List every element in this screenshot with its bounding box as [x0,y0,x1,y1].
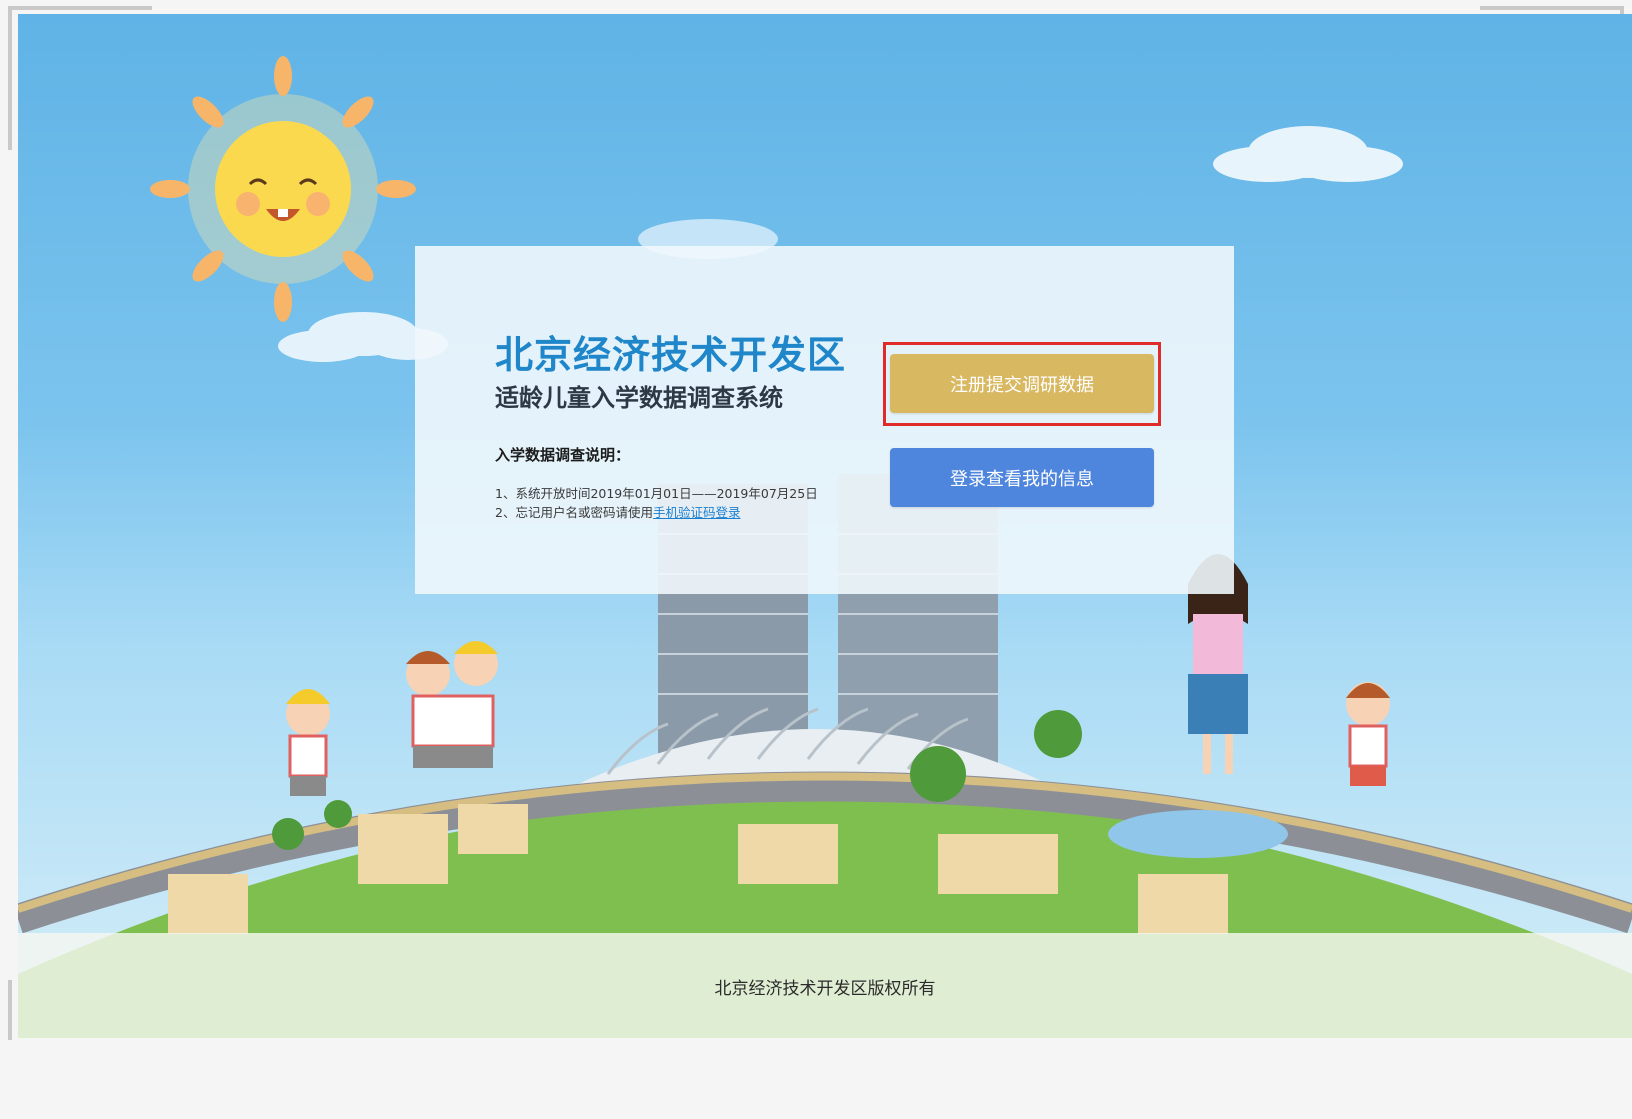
login-view-info-button[interactable]: 登录查看我的信息 [890,448,1154,507]
hero-background: 北京经济技术开发区 适龄儿童入学数据调查系统 入学数据调查说明： 1、系统开放时… [18,14,1632,1038]
sun-icon [150,56,416,322]
register-submit-button[interactable]: 注册提交调研数据 [890,354,1154,413]
page-frame: 北京经济技术开发区 适龄儿童入学数据调查系统 入学数据调查说明： 1、系统开放时… [0,0,1632,1119]
notes-list: 1、系统开放时间2019年01月01日——2019年07月25日 2、忘记用户名… [495,484,818,522]
cloud-icon [1213,126,1403,182]
child-left-icon [286,689,330,796]
child-right-icon [1346,682,1390,786]
frame-corner-bottom-left [8,980,18,1040]
footer: 北京经济技术开发区版权所有 [18,933,1632,1039]
children-pair-icon [406,641,498,768]
notes-heading: 入学数据调查说明： [495,446,631,464]
notes-line-open-time: 1、系统开放时间2019年01月01日——2019年07月25日 [495,486,818,501]
brand-title: 北京经济技术开发区 [495,333,847,377]
footer-copyright: 北京经济技术开发区版权所有 [714,978,936,999]
system-title: 适龄儿童入学数据调查系统 [495,384,783,412]
sms-login-link[interactable]: 手机验证码登录 [653,505,741,520]
notes-line-forgot: 2、忘记用户名或密码请使用手机验证码登录 [495,503,818,522]
notes-forgot-prefix: 2、忘记用户名或密码请使用 [495,505,653,520]
